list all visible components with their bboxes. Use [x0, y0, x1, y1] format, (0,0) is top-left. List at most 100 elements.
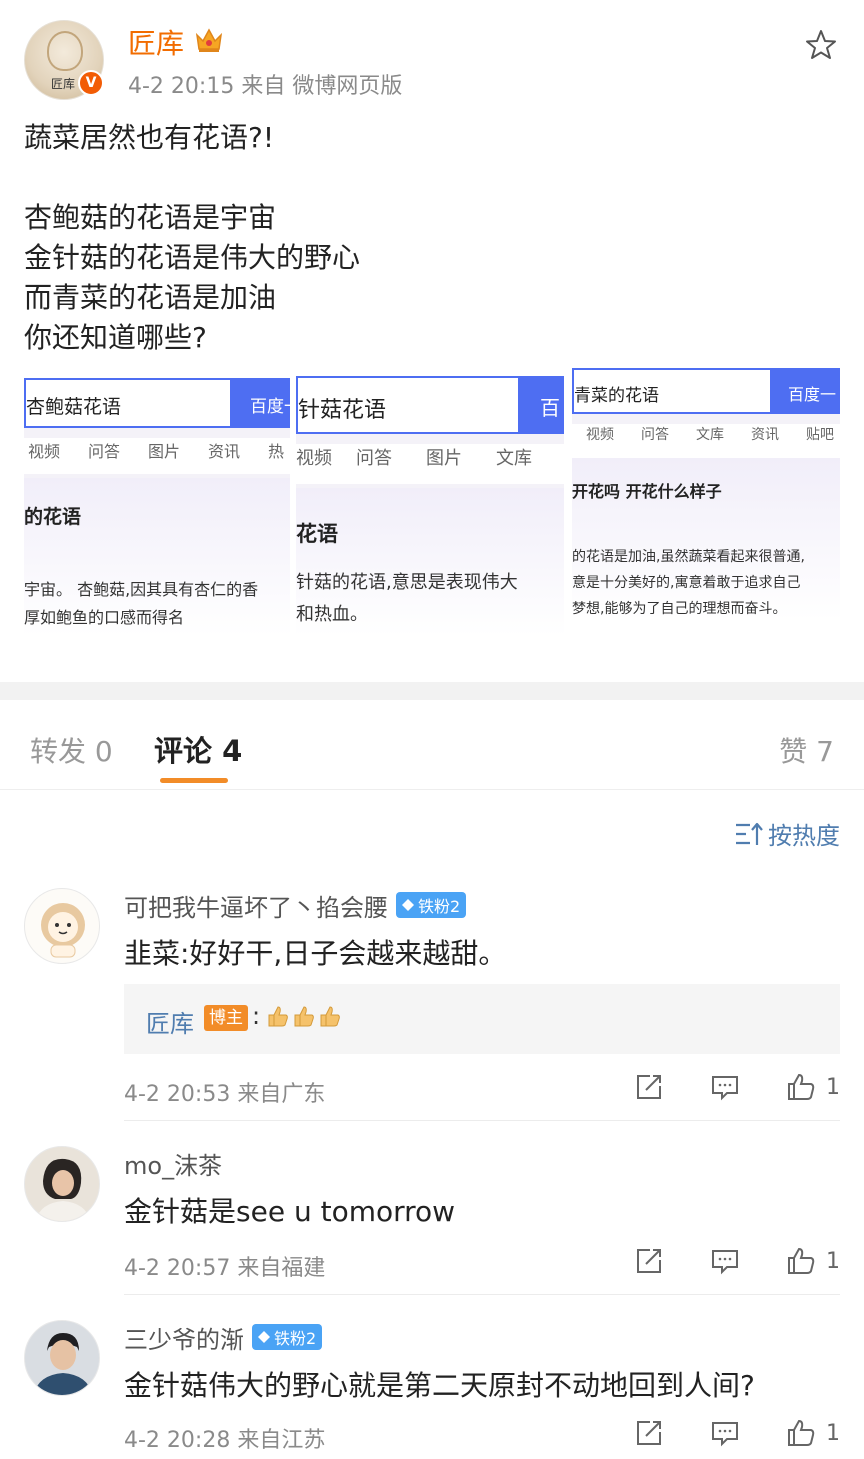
image-search-bar: 青菜的花语 百度一 — [572, 368, 840, 414]
image-search-bar: 针菇花语 百 — [296, 376, 564, 434]
image-tab: 视频 — [28, 442, 61, 461]
image-tab: 文库 — [696, 427, 724, 443]
image-card-title: 的花语 — [24, 506, 82, 528]
commenter-name-row: 三少爷的渐 铁粉2 — [124, 1320, 323, 1355]
reply-preview[interactable]: 匠库 博主 : — [124, 984, 840, 1054]
commenter-name-row: 可把我牛逼坏了丶掐会腰 铁粉2 — [124, 888, 467, 923]
post-image-2[interactable]: 针菇花语 百 视频 问答 图片 文库 花语 针菇的花语,意思是表现伟大 和热血。 — [296, 376, 564, 636]
share-icon[interactable] — [634, 1418, 664, 1448]
commenter-avatar[interactable] — [24, 1146, 100, 1222]
portrait-avatar-icon — [25, 1321, 99, 1395]
fan-badge-label: 铁粉2 — [274, 1329, 317, 1348]
comment-meta: 4-2 20:57 来自福建 — [124, 1256, 326, 1281]
commenter-name[interactable]: 可把我牛逼坏了丶掐会腰 — [124, 888, 388, 923]
share-icon[interactable] — [634, 1072, 664, 1102]
owner-badge: 博主 — [204, 1005, 248, 1031]
like-icon[interactable] — [786, 1072, 816, 1102]
tab-repost[interactable]: 转发 0 — [30, 730, 113, 770]
image-card-title: 开花吗 开花什么样子 — [572, 482, 722, 501]
like-count: 1 — [826, 1248, 840, 1274]
image-search-button: 百度一 — [230, 380, 290, 426]
comment-item: 三少爷的渐 铁粉2 金针菇伟大的野心就是第二天原封不动地回到人间? 4-2 20… — [0, 1314, 864, 1459]
image-tab: 贴吧 — [806, 427, 834, 443]
image-tab: 图片 — [148, 442, 181, 461]
commenter-name[interactable]: 三少爷的渐 — [124, 1320, 244, 1355]
image-tabs: 视频 问答 图片 资讯 热 — [24, 438, 290, 474]
fan-badge: 铁粉2 — [252, 1324, 323, 1350]
image-search-text: 青菜的花语 — [574, 386, 659, 406]
comment-icon[interactable] — [710, 1418, 740, 1448]
image-card: 的花语 宇宙。 杏鲍菇,因其具有杏仁的香 厚如鲍鱼的口感而得名 — [24, 478, 290, 636]
fan-badge-label: 铁粉2 — [418, 897, 461, 916]
image-card-line: 和热血。 — [296, 604, 368, 625]
image-tab: 资讯 — [751, 427, 779, 443]
post-text: 蔬菜居然也有花语?! 杏鲍菇的花语是宇宙 金针菇的花语是伟大的野心 而青菜的花语… — [24, 118, 844, 358]
comment-text: 韭菜:好好干,日子会越来越甜。 — [124, 937, 507, 970]
post-line: 而青菜的花语是加油 — [24, 281, 277, 314]
tab-likes[interactable]: 赞 7 — [779, 730, 834, 770]
image-card: 开花吗 开花什么样子 的花语是加油,虽然蔬菜看起来很普通, 意是十分美好的,寓意… — [572, 458, 840, 620]
like-icon[interactable] — [786, 1246, 816, 1276]
post-line: 金针菇的花语是伟大的野心 — [24, 241, 361, 274]
portrait-avatar-icon — [25, 1147, 99, 1221]
comment-actions: 1 — [588, 1418, 840, 1448]
thumbs-up-emoji — [294, 1006, 314, 1027]
comment-text: 金针菇是see u tomorrow — [124, 1195, 456, 1228]
comment-separator — [124, 1120, 840, 1121]
image-search-button: 百度一 — [770, 370, 840, 412]
commenter-avatar[interactable] — [24, 888, 100, 964]
comment-item: mo_沫茶 金针菇是see u tomorrow 4-2 20:57 来自福建 … — [0, 1140, 864, 1296]
fan-badge: 铁粉2 — [396, 892, 467, 918]
image-tabs: 视频 问答 图片 文库 — [296, 444, 564, 484]
image-search-bar: 杏鲍菇花语 百度一 — [24, 378, 290, 428]
image-card-title: 花语 — [296, 522, 338, 546]
like-icon[interactable] — [786, 1418, 816, 1448]
post-image-1[interactable]: 杏鲍菇花语 百度一 视频 问答 图片 资讯 热 的花语 宇宙。 杏鲍菇,因其具有杏仁的香… — [24, 378, 290, 636]
active-tab-indicator — [160, 778, 228, 783]
commenter-name-row: mo_沫茶 — [124, 1146, 222, 1180]
reply-emojis — [266, 1004, 344, 1028]
image-tab: 热 — [268, 442, 285, 461]
image-card-line: 意是十分美好的,寓意着敢于追求自己 — [572, 575, 801, 591]
commenter-name[interactable]: mo_沫茶 — [124, 1146, 222, 1181]
image-tab: 视频 — [586, 427, 614, 443]
lion-avatar-icon — [41, 903, 85, 958]
like-count: 1 — [826, 1074, 840, 1100]
comment-icon[interactable] — [710, 1246, 740, 1276]
comment-actions: 1 — [588, 1246, 840, 1276]
comment-text: 金针菇伟大的野心就是第二天原封不动地回到人间? — [124, 1369, 755, 1402]
author-name[interactable]: 匠库 — [128, 22, 184, 62]
post-image-3[interactable]: 青菜的花语 百度一 视频 问答 文库 资讯 贴吧 开花吗 开花什么样子 的花语是加油,虽… — [572, 368, 840, 620]
post-line: 蔬菜居然也有花语?! — [24, 121, 275, 154]
image-search-text: 针菇花语 — [298, 398, 387, 423]
sort-icon — [736, 822, 763, 845]
image-tabs: 视频 问答 文库 资讯 贴吧 — [572, 424, 840, 458]
comment-meta: 4-2 20:53 来自广东 — [124, 1082, 326, 1107]
image-card-line: 梦想,能够为了自己的理想而奋斗。 — [572, 601, 787, 617]
image-tab: 问答 — [641, 427, 669, 443]
post-header: 匠库 V 匠库 4-2 20:15 来自 微博网页版 — [0, 0, 864, 110]
image-tab: 资讯 — [208, 442, 241, 461]
comment-separator — [124, 1294, 840, 1295]
avatar-label: 匠库 — [51, 77, 76, 91]
image-card-line: 的花语是加油,虽然蔬菜看起来很普通, — [572, 549, 805, 565]
sort-label: 按热度 — [768, 822, 840, 850]
image-tab: 文库 — [496, 448, 532, 469]
thumbs-up-emoji — [320, 1006, 340, 1027]
reply-author[interactable]: 匠库 — [146, 1004, 194, 1039]
comment-meta: 4-2 20:28 来自江苏 — [124, 1428, 326, 1453]
image-card-line: 针菇的花语,意思是表现伟大 — [296, 572, 518, 593]
star-icon[interactable] — [804, 28, 838, 62]
commenter-avatar[interactable] — [24, 1320, 100, 1396]
comment-icon[interactable] — [710, 1072, 740, 1102]
image-search-button: 百 — [518, 378, 564, 432]
like-count: 1 — [826, 1420, 840, 1446]
share-icon[interactable] — [634, 1246, 664, 1276]
sort-toggle[interactable]: 按热度 — [734, 816, 840, 851]
image-card-line: 厚如鲍鱼的口感而得名 — [24, 608, 185, 627]
tab-comments[interactable]: 评论 4 — [154, 728, 242, 770]
image-tab: 图片 — [426, 448, 462, 469]
image-tab: 问答 — [88, 442, 121, 461]
interaction-tabs: 转发 0 评论 4 赞 7 — [0, 700, 864, 790]
comment-actions: 1 — [588, 1072, 840, 1102]
